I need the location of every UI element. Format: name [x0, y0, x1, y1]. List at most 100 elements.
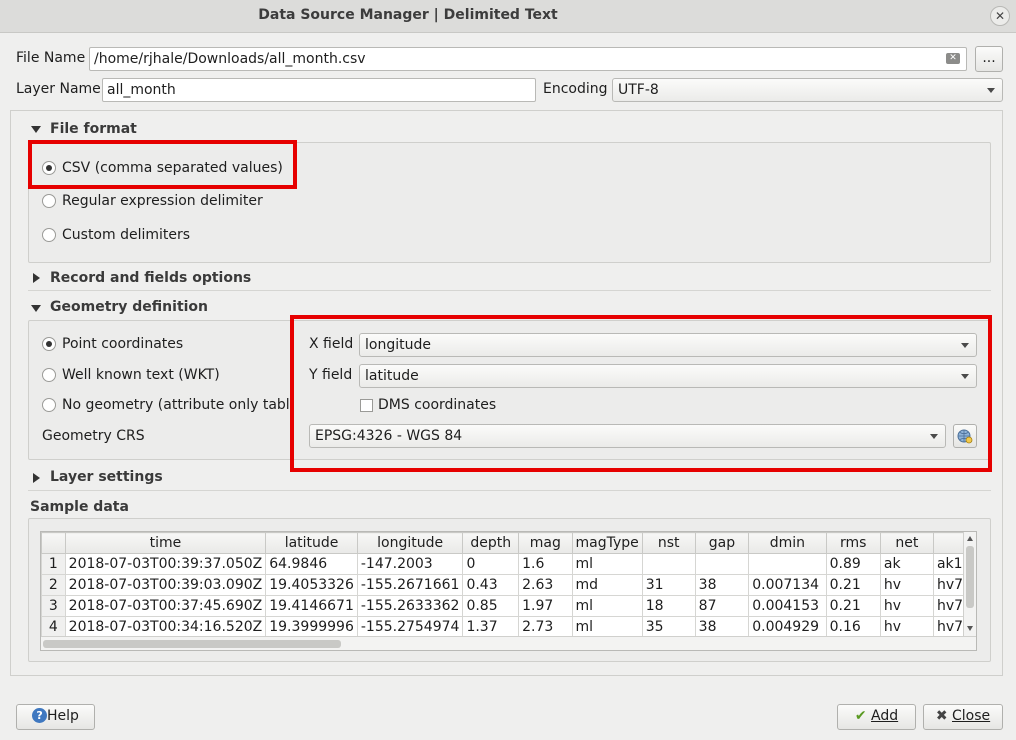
expand-triangle-icon[interactable] [33, 473, 40, 483]
file-format-header[interactable]: File format [50, 121, 137, 137]
radio-point-label[interactable]: Point coordinates [62, 336, 183, 352]
collapse-triangle-icon[interactable] [31, 126, 41, 133]
table-cell: 19.3999996 [265, 616, 358, 638]
table-cell: 0.21 [825, 595, 881, 617]
column-header[interactable]: nst [641, 532, 696, 554]
add-button[interactable]: ✔ Add [837, 704, 916, 730]
scroll-down-icon[interactable] [967, 626, 973, 631]
table-row[interactable]: 3 2018-07-03T00:37:45.690Z 19.4146671 -1… [41, 595, 976, 617]
column-header[interactable]: latitude [265, 532, 358, 554]
divider [28, 490, 991, 491]
table-cell: 19.4053326 [265, 574, 358, 596]
close-label: Close [952, 708, 991, 724]
table-cell: 0.43 [462, 574, 520, 596]
help-icon: ? [32, 707, 48, 723]
radio-no-geometry-label[interactable]: No geometry (attribute only table [62, 397, 292, 413]
radio-point[interactable] [42, 337, 56, 351]
browse-button[interactable]: ... [975, 46, 1003, 72]
collapse-triangle-icon[interactable] [31, 305, 41, 312]
table-cell: 1.6 [518, 553, 573, 575]
table-cell: 18 [641, 595, 696, 617]
row-number: 2 [41, 574, 66, 596]
table-cell: 64.9846 [265, 553, 358, 575]
vertical-scrollbar[interactable] [963, 532, 976, 638]
sample-data-table[interactable]: time latitude longitude depth mag magTyp… [40, 531, 977, 651]
table-cell: hv [879, 574, 934, 596]
chevron-down-icon [987, 88, 995, 93]
column-header-corner [41, 532, 66, 554]
help-button[interactable]: ? Help [16, 704, 95, 730]
radio-wkt[interactable] [42, 368, 56, 382]
encoding-select[interactable]: UTF-8 [612, 78, 1003, 102]
file-name-label: File Name [16, 50, 86, 66]
table-cell: 0.007134 [748, 574, 827, 596]
column-header[interactable]: magType [571, 532, 643, 554]
close-icon: ✖ [935, 708, 948, 724]
divider [28, 290, 991, 291]
check-icon: ✔ [854, 708, 867, 724]
table-cell: 0.85 [462, 595, 520, 617]
radio-wkt-label[interactable]: Well known text (WKT) [62, 367, 220, 383]
column-header[interactable]: dmin [748, 532, 827, 554]
radio-regex-label[interactable]: Regular expression delimiter [62, 193, 263, 209]
table-cell: 19.4146671 [265, 595, 358, 617]
layer-name-input[interactable]: all_month [102, 78, 536, 102]
table-cell: 0.89 [825, 553, 881, 575]
close-window-icon[interactable]: ✕ [990, 6, 1010, 26]
record-fields-header[interactable]: Record and fields options [50, 270, 251, 286]
table-cell: hv [879, 616, 934, 638]
table-cell: 0.16 [825, 616, 881, 638]
table-cell [641, 553, 696, 575]
add-label: Add [871, 708, 899, 724]
window-title: Data Source Manager | Delimited Text [258, 7, 558, 23]
scroll-up-icon[interactable] [967, 536, 973, 541]
table-cell: 2018-07-03T00:34:16.520Z [64, 616, 267, 638]
table-cell: 2018-07-03T00:39:37.050Z [64, 553, 267, 575]
geometry-header[interactable]: Geometry definition [50, 299, 208, 315]
table-cell: ml [571, 595, 643, 617]
table-row[interactable]: 2 2018-07-03T00:39:03.090Z 19.4053326 -1… [41, 574, 976, 596]
layer-settings-header[interactable]: Layer settings [50, 469, 163, 485]
table-row[interactable]: 4 2018-07-03T00:34:16.520Z 19.3999996 -1… [41, 616, 976, 638]
column-header[interactable]: rms [825, 532, 881, 554]
highlight-box [290, 315, 992, 472]
table-cell: 31 [641, 574, 696, 596]
column-header[interactable]: depth [462, 532, 520, 554]
table-cell: 38 [694, 574, 750, 596]
radio-custom-label[interactable]: Custom delimiters [62, 227, 190, 243]
scrollbar-thumb[interactable] [966, 546, 974, 608]
encoding-label: Encoding [543, 81, 608, 97]
scrollbar-thumb[interactable] [43, 640, 341, 648]
table-row[interactable]: 1 2018-07-03T00:39:37.050Z 64.9846 -147.… [41, 553, 976, 575]
table-cell: -155.2754974 [356, 616, 464, 638]
help-label: Help [47, 708, 79, 724]
table-cell: md [571, 574, 643, 596]
radio-custom[interactable] [42, 228, 56, 242]
row-number: 1 [41, 553, 66, 575]
table-cell: ml [571, 616, 643, 638]
encoding-value: UTF-8 [618, 82, 659, 98]
column-header[interactable]: time [64, 532, 267, 554]
layer-name-label: Layer Name [16, 81, 101, 97]
table-cell [748, 553, 827, 575]
file-name-value: /home/rjhale/Downloads/all_month.csv [94, 51, 366, 67]
radio-regex[interactable] [42, 194, 56, 208]
horizontal-scrollbar[interactable] [41, 636, 976, 650]
radio-no-geometry[interactable] [42, 398, 56, 412]
file-name-input[interactable]: /home/rjhale/Downloads/all_month.csv [89, 47, 967, 71]
close-button[interactable]: ✖ Close [923, 704, 1003, 730]
table-cell: 87 [694, 595, 750, 617]
expand-triangle-icon[interactable] [33, 273, 40, 283]
table-cell: ml [571, 553, 643, 575]
column-header[interactable]: net [879, 532, 934, 554]
clear-input-icon[interactable]: ✕ [946, 53, 960, 64]
table-cell: -147.2003 [356, 553, 464, 575]
table-cell: 0.004929 [748, 616, 827, 638]
table-cell: 35 [641, 616, 696, 638]
table-cell: 2.73 [518, 616, 573, 638]
column-header[interactable]: mag [518, 532, 573, 554]
table-cell: 0 [462, 553, 520, 575]
column-header[interactable]: gap [694, 532, 750, 554]
table-cell: 2018-07-03T00:39:03.090Z [64, 574, 267, 596]
column-header[interactable]: longitude [356, 532, 464, 554]
